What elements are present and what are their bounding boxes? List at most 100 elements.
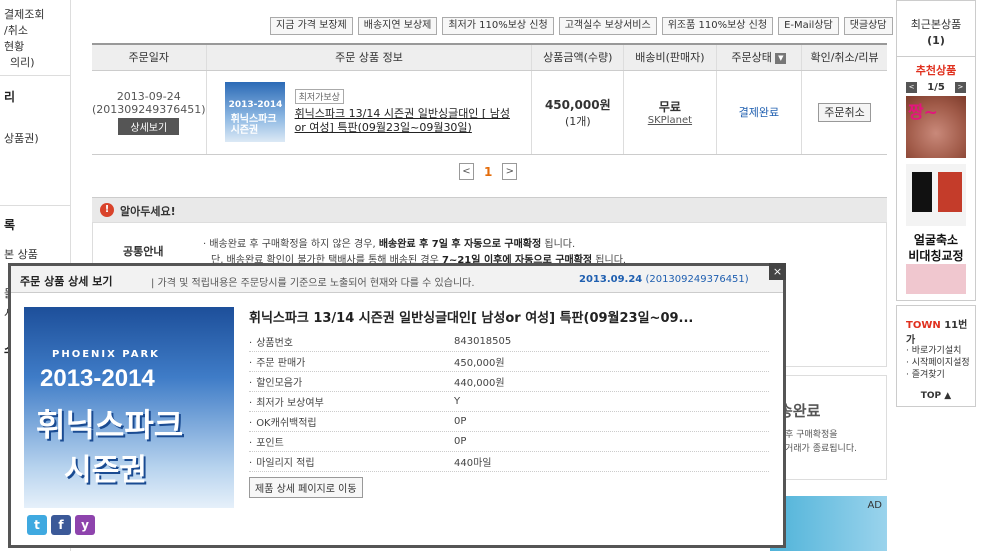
recommend-next-button[interactable]: > bbox=[954, 82, 966, 93]
share-buttons: t f y bbox=[27, 515, 95, 535]
next-page-button[interactable]: > bbox=[502, 163, 518, 180]
shipping-cell: 무료 SKPlanet bbox=[623, 70, 717, 155]
close-icon[interactable]: × bbox=[769, 263, 786, 280]
recommend-item-3[interactable]: 얼굴축소비대칭교정 bbox=[906, 232, 966, 294]
order-date: 2013-09-24 bbox=[116, 89, 181, 103]
shirt-image bbox=[938, 172, 962, 212]
price-cell: 450,000원 (1개) bbox=[531, 70, 624, 155]
col-price: 상품금액(수량) bbox=[531, 43, 624, 71]
col-shipping: 배송비(판매자) bbox=[623, 43, 717, 71]
delay-compensation-button[interactable]: 배송지연 보상제 bbox=[357, 17, 438, 35]
desc-line: 후 구매확정을 bbox=[785, 430, 838, 440]
recommend-item-1[interactable]: 짱~ bbox=[906, 96, 966, 158]
ad-banner[interactable]: AD bbox=[770, 496, 887, 551]
popup-date: 2013.09.24 bbox=[579, 274, 643, 285]
col-status[interactable]: 주문상태 ▼ bbox=[715, 43, 802, 71]
left-link-viewed[interactable]: 본 상품 bbox=[4, 246, 38, 262]
left-link-cancel[interactable]: /취소 bbox=[4, 22, 28, 38]
quantity: (1개) bbox=[564, 114, 591, 128]
prev-page-button[interactable]: < bbox=[459, 163, 474, 180]
info-value: 0P bbox=[454, 416, 467, 427]
desc-line: 거래가 종료됩니다. bbox=[785, 444, 857, 454]
notice-text: · 배송완료 후 구매확정을 하지 않은 경우, bbox=[203, 239, 379, 250]
email-consult-button[interactable]: E-Mail상담 bbox=[778, 17, 839, 35]
yozm-icon[interactable]: y bbox=[75, 515, 95, 535]
shipping-fee: 무료 bbox=[658, 100, 681, 114]
popup-info-list: 상품번호843018505 주문 판매가450,000원 할인모음가440,00… bbox=[249, 332, 769, 472]
popup-header: 주문 상품 상세 보기 | 가격 및 적립내용은 주문당시를 기준으로 노출되어… bbox=[11, 266, 783, 293]
table-header-row: 주문일자 주문 상품 정보 상품금액(수량) 배송비(판매자) 주문상태 ▼ 확… bbox=[92, 43, 887, 71]
left-link-request[interactable]: 의리) bbox=[10, 54, 35, 70]
recommend-title: 추천상품 bbox=[915, 64, 957, 77]
facebook-icon[interactable]: f bbox=[51, 515, 71, 535]
right-rail: 최근본상품 (1) 추천상품 < 1/5 > 짱~ 얼굴축소 비대칭교정 TOWN… bbox=[896, 0, 976, 551]
go-to-product-button[interactable]: 제품 상세 페이지로 이동 bbox=[249, 477, 363, 498]
left-link-payment[interactable]: 결제조회 bbox=[4, 6, 44, 22]
info-key: 포인트 bbox=[249, 434, 454, 449]
left-heading-2: 록 bbox=[4, 218, 16, 232]
page-number[interactable]: 1 bbox=[484, 165, 492, 179]
info-key: 마일리지 적립 bbox=[249, 454, 454, 469]
info-key: 최저가 보상여부 bbox=[249, 394, 454, 409]
recommend-nav: < 1/5 > bbox=[906, 82, 966, 93]
table-row: 2013-09-24 (201309249376451) 상세보기 2013-2… bbox=[92, 70, 887, 155]
image-title: 휘닉스파크 bbox=[36, 407, 184, 443]
cancel-order-button[interactable]: 주문취소 bbox=[818, 103, 871, 122]
info-key: OK캐쉬백적립 bbox=[249, 414, 454, 429]
info-value: 440마일 bbox=[454, 458, 492, 469]
product-detail-popup: 주문 상품 상세 보기 | 가격 및 적립내용은 주문당시를 기준으로 노출되어… bbox=[8, 263, 786, 548]
scroll-top-link[interactable]: TOP ▲ bbox=[896, 391, 976, 401]
popup-order-date: 2013.09.24 (201309249376451) bbox=[579, 274, 749, 285]
warning-icon: ! bbox=[100, 203, 114, 217]
product-name-link[interactable]: 휘닉스파크 13/14 시즌권 일반싱글대인 [ 남성or 여성] 특판(09월… bbox=[295, 107, 510, 134]
price: 450,000원 bbox=[544, 97, 611, 112]
left-link-status[interactable]: 현황 bbox=[4, 38, 24, 54]
order-detail-button[interactable]: 상세보기 bbox=[118, 117, 180, 135]
recommend-item-2[interactable] bbox=[906, 164, 966, 226]
status-cell: 결제완료 bbox=[715, 70, 802, 155]
seller-link[interactable]: SKPlanet bbox=[624, 115, 716, 126]
recommend-page: 1/5 bbox=[927, 82, 945, 93]
recent-title[interactable]: 최근본상품 bbox=[896, 16, 976, 32]
lowest-price-claim-button[interactable]: 최저가 110%보상 신청 bbox=[442, 17, 554, 35]
info-key: 상품번호 bbox=[249, 334, 454, 349]
set-homepage-link[interactable]: · 시작페이지설정 bbox=[906, 357, 970, 369]
bookmark-link[interactable]: · 즐겨찾기 bbox=[906, 369, 970, 381]
recommend-prev-button[interactable]: < bbox=[906, 82, 917, 93]
comment-consult-button[interactable]: 댓글상담 bbox=[843, 17, 893, 35]
col-product-info: 주문 상품 정보 bbox=[205, 43, 532, 71]
list-item: 마일리지 적립440마일 bbox=[249, 452, 769, 472]
order-status: 결제완료 bbox=[738, 106, 780, 119]
notice-line-1: · 배송완료 후 구매확정을 하지 않은 경우, 배송완료 후 7일 후 자동으… bbox=[203, 235, 575, 250]
install-shortcut-link[interactable]: · 바로가기설치 bbox=[906, 345, 970, 357]
counterfeit-claim-button[interactable]: 위조품 110%보상 신청 bbox=[661, 17, 774, 35]
town-logo[interactable]: TOWN 11번가 bbox=[906, 316, 976, 346]
col-status-label: 주문상태 bbox=[731, 51, 772, 65]
thumb-year: 2013-2014 bbox=[228, 100, 283, 110]
price-guarantee-button[interactable]: 지금 가격 보장제 bbox=[270, 17, 353, 35]
col-actions: 확인/취소/리뷰 bbox=[801, 43, 887, 71]
left-heading-1: 리 bbox=[4, 90, 16, 104]
item-line: 비대칭교정 bbox=[908, 249, 964, 263]
delivery-complete-box: 송완료 후 구매확정을 거래가 종료됩니다. bbox=[770, 375, 887, 480]
list-item: 상품번호843018505 bbox=[249, 332, 769, 352]
thumb-text: 휘닉스파크 시즌권 bbox=[230, 114, 277, 136]
left-link-giftcard[interactable]: 상품권) bbox=[4, 130, 39, 146]
town-text: TOWN bbox=[906, 320, 941, 331]
notice-header: ! 알아두세요! bbox=[92, 197, 887, 222]
shirt-image bbox=[912, 172, 932, 212]
mistake-compensation-button[interactable]: 고객실수 보상서비스 bbox=[558, 17, 657, 35]
popup-product-name: 휘닉스파크 13/14 시즌권 일반싱글대인[ 남성or 여성] 특판(09월2… bbox=[249, 311, 694, 326]
pagination: < 1 > bbox=[459, 163, 518, 180]
twitter-icon[interactable]: t bbox=[27, 515, 47, 535]
col-order-date: 주문일자 bbox=[92, 43, 207, 71]
list-item: OK캐쉬백적립0P bbox=[249, 412, 769, 432]
popup-title: 주문 상품 상세 보기 bbox=[20, 275, 113, 288]
list-item: 주문 판매가450,000원 bbox=[249, 352, 769, 372]
info-value: 440,000원 bbox=[454, 378, 505, 389]
status-filter-icon[interactable]: ▼ bbox=[775, 52, 787, 64]
product-info-cell: 2013-2014 휘닉스파크 시즌권 최저가보상 휘닉스파크 13/14 시즌… bbox=[205, 70, 532, 155]
item-line: 얼굴축소 bbox=[913, 233, 959, 247]
list-item: 할인모음가440,000원 bbox=[249, 372, 769, 392]
product-thumbnail[interactable]: 2013-2014 휘닉스파크 시즌권 bbox=[224, 82, 285, 142]
